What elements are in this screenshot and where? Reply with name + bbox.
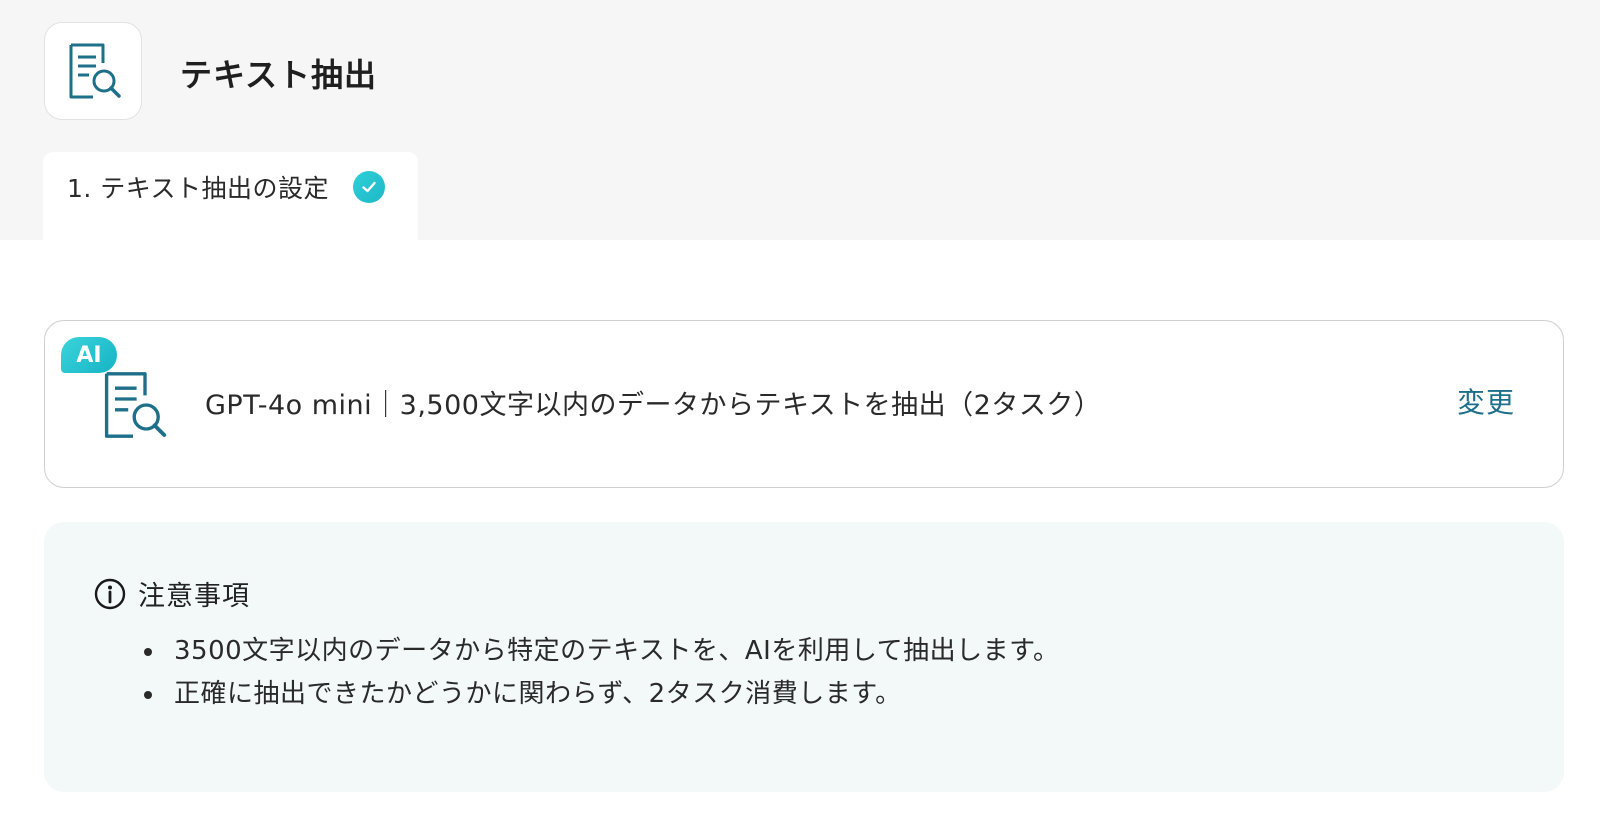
notice-list: 3500文字以内のデータから特定のテキストを、AIを利用して抽出します。 正確に…	[144, 630, 1059, 716]
ai-badge: AI	[61, 337, 117, 373]
notice-box: 注意事項 3500文字以内のデータから特定のテキストを、AIを利用して抽出します…	[44, 522, 1564, 792]
notice-title: 注意事項	[138, 581, 250, 612]
check-circle-icon	[353, 171, 386, 203]
change-button[interactable]: 変更	[1457, 381, 1515, 421]
tab-label: 1. テキスト抽出の設定	[67, 174, 330, 203]
action-description: GPT-4o mini｜3,500文字以内のデータからテキストを抽出（2タスク）	[205, 390, 1102, 421]
page-title: テキスト抽出	[180, 56, 378, 94]
list-item: 3500文字以内のデータから特定のテキストを、AIを利用して抽出します。	[144, 630, 1059, 673]
header-area: テキスト抽出 1. テキスト抽出の設定	[0, 0, 1600, 240]
list-item: 正確に抽出できたかどうかに関わらず、2タスク消費します。	[144, 673, 1059, 716]
notice-header: 注意事項	[94, 574, 250, 613]
document-search-icon	[104, 372, 167, 438]
info-icon	[94, 578, 126, 609]
action-card: AI GPT-4o mini｜3,500文字以内のデータからテキストを抽出（2タ…	[44, 320, 1564, 488]
app-icon-tile	[44, 22, 142, 120]
document-search-icon	[69, 43, 121, 99]
tab-text-extraction-settings[interactable]: 1. テキスト抽出の設定	[43, 152, 418, 240]
